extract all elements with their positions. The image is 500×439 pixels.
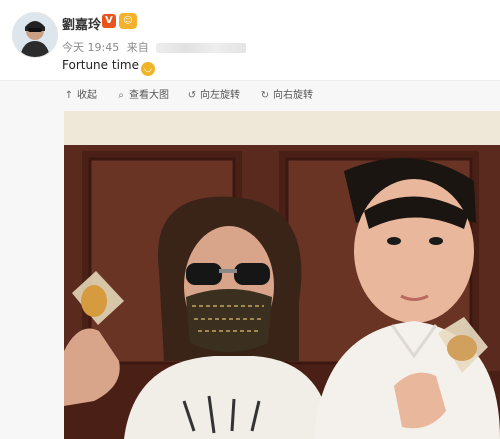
- username[interactable]: 劉嘉玲: [62, 14, 101, 33]
- avatar[interactable]: [12, 12, 58, 58]
- view-large-label: 查看大图: [129, 90, 169, 101]
- post-text: Fortune time ◡: [62, 58, 155, 76]
- post-meta: 今天 19:45 来自: [62, 39, 250, 55]
- post-photo[interactable]: [64, 111, 500, 439]
- photo-frame: [0, 104, 500, 439]
- post-text-content: Fortune time: [62, 58, 139, 72]
- image-toolbar: ↑ 收起 ⌕ 查看大图 ↺ 向左旋转 ↻ 向右旋转: [0, 80, 500, 105]
- rotate-right-label: 向右旋转: [273, 90, 313, 101]
- blurred-source: [156, 43, 247, 53]
- magnifier-icon: ⌕: [118, 90, 124, 101]
- rotate-right-button[interactable]: ↻ 向右旋转: [259, 86, 313, 101]
- rotate-left-button[interactable]: ↺ 向左旋转: [186, 86, 240, 101]
- post-source-label: 来自: [126, 41, 149, 54]
- arrow-up-icon: ↑: [64, 90, 74, 101]
- collapse-button[interactable]: ↑ 收起: [63, 86, 97, 101]
- verified-badge-icon: V: [102, 14, 116, 28]
- post-time[interactable]: 今天 19:45: [62, 39, 119, 55]
- rotate-left-icon: ↺: [187, 90, 197, 101]
- collapse-label: 收起: [77, 90, 97, 101]
- post-header: 劉嘉玲 V ☺ 今天 19:45 来自 Fortune time ◡: [0, 0, 500, 80]
- vip-badge-icon: ☺: [119, 13, 137, 29]
- grin-emoji-icon: ◡: [140, 62, 155, 76]
- rotate-left-label: 向左旋转: [200, 90, 240, 101]
- view-large-button[interactable]: ⌕ 查看大图: [115, 86, 169, 101]
- avatar-image: [13, 13, 57, 57]
- rotate-right-icon: ↻: [260, 90, 270, 101]
